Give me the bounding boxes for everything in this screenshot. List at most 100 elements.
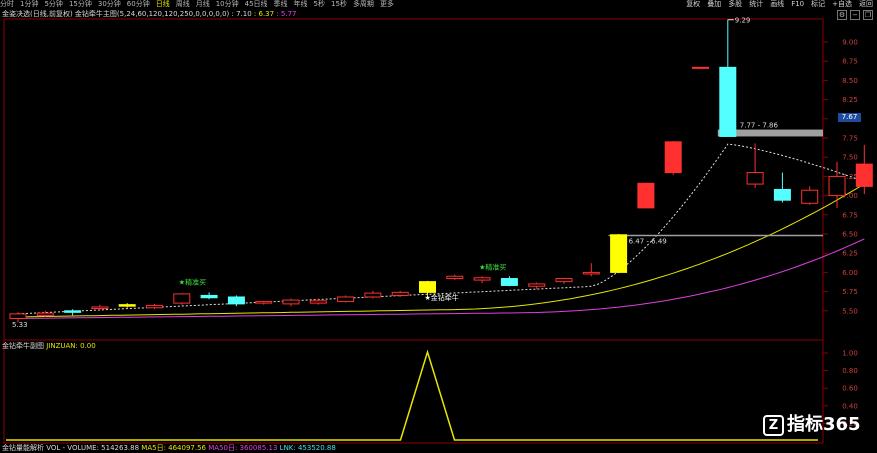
toolbar-button-6[interactable]: 标记 <box>811 0 825 8</box>
candle-body <box>364 292 382 298</box>
period-tab-12[interactable]: 年线 <box>294 0 308 9</box>
price-tick-label: 8.75 <box>842 58 858 66</box>
candle-body <box>173 293 191 304</box>
candle-body <box>610 234 628 273</box>
chart-canvas[interactable]: 9.008.758.508.258.007.757.507.257.006.75… <box>0 0 877 453</box>
period-tab-5[interactable]: 60分钟 <box>127 0 150 9</box>
candle-body <box>746 172 764 185</box>
zone-2-label: 6.47 - 6.49 <box>629 238 667 246</box>
ma-value-2: : 6.37 <box>253 10 275 18</box>
period-tab-11[interactable]: 季线 <box>274 0 288 9</box>
candle-body <box>446 275 464 280</box>
period-tab-13[interactable]: 5秒 <box>314 0 325 9</box>
candle-body <box>828 175 846 197</box>
ma-value-1: : 7.10 <box>231 10 252 18</box>
gear-icon[interactable]: ⚙ <box>837 10 847 20</box>
candle-body <box>528 283 546 287</box>
period-tab-9[interactable]: 10分钟 <box>216 0 239 9</box>
minimize-icon[interactable]: − <box>850 10 860 20</box>
period-tab-7[interactable]: 周线 <box>176 0 190 9</box>
toolbar-button-5[interactable]: F10 <box>791 0 804 8</box>
price-tick-label: 8.50 <box>842 77 858 85</box>
period-tab-16[interactable]: 更多 <box>380 0 394 9</box>
low-label: 5.33 <box>12 321 28 329</box>
resistance-zones <box>608 129 823 237</box>
sub-tick-label: 1.00 <box>842 350 858 358</box>
candle-body <box>692 66 709 69</box>
candle-body <box>391 291 409 296</box>
toolbar-button-7[interactable]: +自选 <box>832 0 852 8</box>
signal-buy-1: ★精准买 <box>179 278 206 287</box>
ma50-value: MA50日: 360085.13 <box>208 444 278 452</box>
price-tick-label: 7.75 <box>842 135 858 143</box>
candle-body <box>9 313 27 319</box>
candle-body <box>64 310 82 313</box>
candle-body <box>555 278 573 283</box>
stock-title[interactable]: 金姿决选(日线,前复权) <box>2 10 73 18</box>
signal-buy-2: ★精准买 <box>479 262 506 271</box>
period-tab-14[interactable]: 15秒 <box>331 0 347 9</box>
price-tick-label: 8.25 <box>842 96 858 104</box>
toolbar-button-3[interactable]: 统计 <box>749 0 763 8</box>
window-controls: ⚙ − ❐ <box>834 10 873 20</box>
price-tick-label: 6.50 <box>842 231 858 239</box>
indicator-params: (5,24,60,120,120,250,0,0,0,0,0) <box>116 10 230 18</box>
candle-body <box>582 271 600 275</box>
period-tab-3[interactable]: 15分钟 <box>69 0 92 9</box>
lnk-value: LNK: 453520.88 <box>279 444 336 452</box>
logo-text: 指标365 <box>787 414 861 435</box>
period-tab-8[interactable]: 月线 <box>196 0 210 9</box>
price-tick-label: 9.00 <box>842 39 858 47</box>
candle-body <box>118 304 136 307</box>
period-tab-6[interactable]: 日线 <box>156 0 170 9</box>
right-button-bar: 复权 叠加 多股 统计 画线 F10 标记 +自选 返回 <box>679 0 873 9</box>
sub-indicator-field: JINZUAN: 0.00 <box>46 342 96 350</box>
price-tick-label: 6.00 <box>842 269 858 277</box>
sub-tick-label: 0.60 <box>842 385 858 393</box>
volume-value: VOL - VOLUME: 514263.88 <box>46 444 140 452</box>
moving-averages <box>17 143 865 319</box>
candle-body <box>227 296 245 305</box>
price-tick-label: 6.75 <box>842 211 858 219</box>
price-annotations: 9.29 5.33 7.77 - 7.86 6.47 - 6.49 ★精准买 ★精准买 ★金… <box>12 17 778 329</box>
candle-body <box>337 296 355 303</box>
candle-body <box>855 163 873 187</box>
toolbar-button-8[interactable]: 返回 <box>859 0 873 8</box>
candle-body <box>36 312 54 316</box>
period-tab-15[interactable]: 多周期 <box>353 0 374 9</box>
sub-tick-label: 0.80 <box>842 367 858 375</box>
period-tab-1[interactable]: 1分钟 <box>20 0 38 9</box>
ma-value-3: : 5.77 <box>276 10 297 18</box>
candle-body <box>801 189 819 204</box>
candle-body <box>419 281 436 293</box>
high-label: 9.29 <box>735 17 751 25</box>
ma-line-fast <box>17 143 865 315</box>
price-tick-label: 5.75 <box>842 288 858 296</box>
brand-logo: Z 指标365 <box>763 410 861 436</box>
toolbar-button-1[interactable]: 叠加 <box>707 0 721 8</box>
period-tab-4[interactable]: 30分钟 <box>98 0 121 9</box>
restore-icon[interactable]: ❐ <box>863 10 873 20</box>
main-indicator-info: 金姿决选(日线,前复权) 金钻牵牛主图(5,24,60,120,120,250,… <box>2 10 296 19</box>
sub-indicator-line <box>6 349 818 441</box>
current-price-tag: 7.67 <box>838 113 861 122</box>
toolbar-button-2[interactable]: 多股 <box>728 0 742 8</box>
period-tab-2[interactable]: 5分钟 <box>44 0 62 9</box>
candle-body <box>200 294 218 299</box>
candle-body <box>473 277 491 281</box>
indicator-name[interactable]: 金钻牵牛主图 <box>75 10 117 18</box>
signal-golden: ★金钻牵牛 <box>425 293 459 302</box>
period-tab-0[interactable]: 分时 <box>0 0 14 9</box>
toolbar-button-4[interactable]: 画线 <box>770 0 784 8</box>
sub-indicator-name[interactable]: 金钻牵牛副图 <box>2 342 44 350</box>
toolbar-button-0[interactable]: 复权 <box>686 0 700 8</box>
price-tick-label: 7.50 <box>842 154 858 162</box>
sub-frame <box>3 339 824 444</box>
candle-body <box>282 299 300 305</box>
candle-body <box>664 141 682 174</box>
ma-line-slow <box>17 238 865 319</box>
volume-indicator-name[interactable]: 金钻量能解析 <box>2 444 44 452</box>
period-tab-10[interactable]: 45日线 <box>245 0 268 9</box>
candle-body <box>637 182 655 209</box>
candle-body <box>719 66 737 137</box>
